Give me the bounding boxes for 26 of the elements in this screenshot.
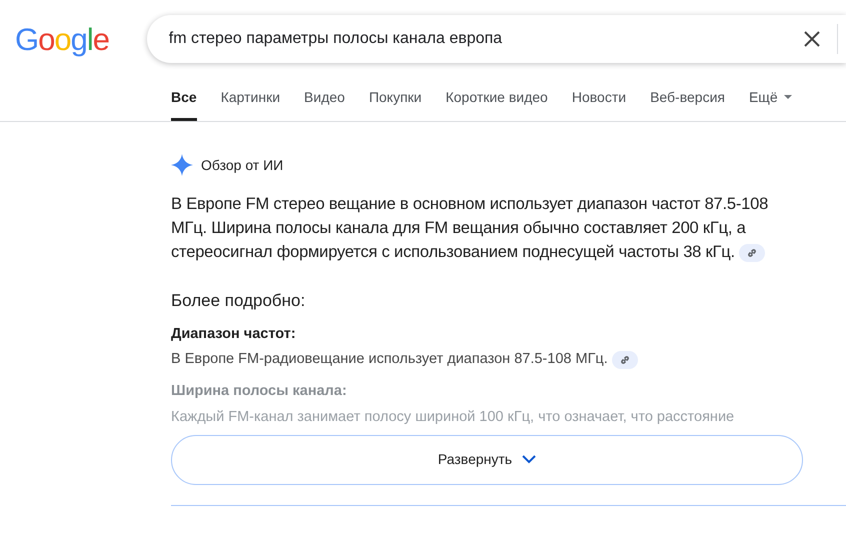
search-tab[interactable]: Короткие видео xyxy=(446,87,548,121)
search-tab[interactable]: Новости xyxy=(572,87,626,121)
overview-title: Обзор от ИИ xyxy=(201,156,284,175)
dropdown-caret-icon xyxy=(784,95,792,100)
link-icon xyxy=(620,355,630,366)
link-chip[interactable] xyxy=(738,244,765,262)
search-tab[interactable]: Веб-версия xyxy=(650,87,725,121)
search-field[interactable]: fm стерео параметры полосы канала европа xyxy=(168,27,804,51)
section-text: В Европе FM-радиовещание использует диапазон 87.5-108 МГц. xyxy=(171,350,608,370)
search-tab[interactable]: Все xyxy=(171,87,197,121)
section-heading: Диапазон частот: xyxy=(171,324,297,344)
search-tab[interactable]: Картинки xyxy=(220,87,280,121)
summary-paragraph: В Европе FM стерео вещание в основном использует диапазон частот 87.5-108 МГц. Ширина полосы канала для FM вещания обычно составляет 200 кГц, а стереосигнал формируется с использованием поднесущей частоты 38 кГц. xyxy=(171,194,770,264)
section-heading: Ширина полосы канала: xyxy=(171,382,348,401)
link-chip[interactable] xyxy=(612,351,638,370)
section-text: Каждый FM-канал занимает полосу шириной 100 кГц, что означает, что расстояние xyxy=(171,408,734,427)
link-icon xyxy=(746,248,757,258)
google-logo[interactable]: Google xyxy=(15,24,120,54)
search-tab[interactable]: Видео xyxy=(304,87,345,121)
sparkle-icon xyxy=(171,154,193,176)
search-tab[interactable]: Покупки xyxy=(368,87,422,121)
chevron-down-icon xyxy=(522,455,536,464)
search-tab[interactable]: Ещё xyxy=(748,87,792,121)
close-icon[interactable] xyxy=(804,31,820,47)
expand-button[interactable]: Развернуть xyxy=(171,434,803,484)
details-heading: Более подробно: xyxy=(171,290,306,312)
